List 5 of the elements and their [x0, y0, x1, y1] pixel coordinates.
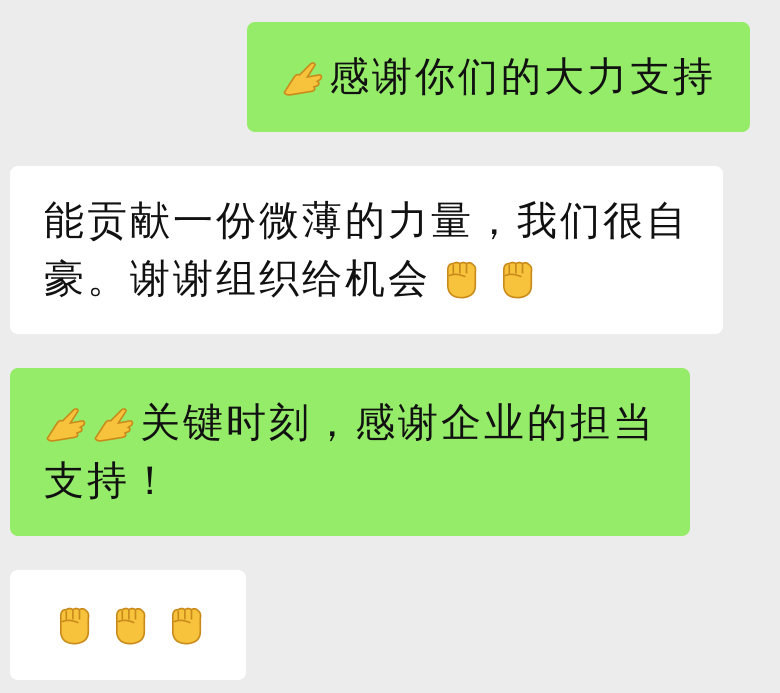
message-text: 感谢你们的大力支持: [329, 53, 716, 102]
message-text: 支持！: [44, 457, 173, 506]
message-text: 能贡献一份微薄的力量，我们很自: [44, 197, 689, 246]
message-text: 关键时刻，感谢企业的担当: [140, 399, 656, 448]
message-text: 豪。谢谢组织给机会: [44, 255, 431, 304]
